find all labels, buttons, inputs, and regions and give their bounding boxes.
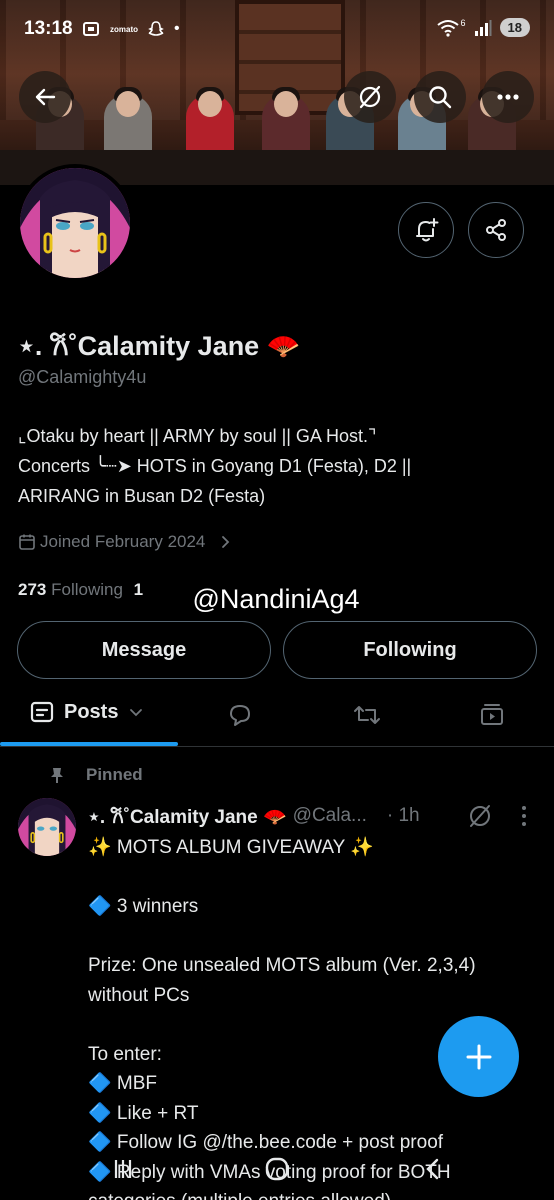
recent-apps-button[interactable] <box>108 1154 138 1184</box>
status-bar: 13:18 zomato • 6 18 <box>0 0 554 56</box>
post-author-handle[interactable]: @Cala... <box>293 805 367 827</box>
watermark: @NandiniAg4 <box>155 573 397 626</box>
avatar-illustration <box>18 798 76 856</box>
status-right: 6 18 <box>436 17 530 37</box>
home-icon <box>265 1157 289 1181</box>
recent-apps-icon <box>114 1160 132 1178</box>
battery-indicator: 18 <box>499 18 530 37</box>
following-count-label: Following <box>51 580 123 599</box>
more-button[interactable] <box>482 71 534 123</box>
signal-icon <box>474 19 492 36</box>
profile-avatar[interactable] <box>16 164 134 282</box>
tab-media[interactable] <box>477 700 507 730</box>
search-icon <box>429 86 452 109</box>
joined-date[interactable]: Joined February 2024 <box>18 532 233 552</box>
back-nav-button[interactable] <box>418 1154 448 1184</box>
snapchat-icon <box>148 21 164 36</box>
reply-icon <box>230 705 250 726</box>
plus-icon <box>466 1044 491 1069</box>
share-icon <box>486 219 506 241</box>
pinned-label: Pinned <box>86 765 143 784</box>
profile-name: ⋆. 𐙚˚Calamity Jane 🪭 <box>18 331 301 361</box>
screenshot-icon <box>83 22 99 36</box>
repost-icon <box>354 706 380 724</box>
notifications-button[interactable] <box>398 202 454 258</box>
tab-posts-label: Posts <box>64 700 119 723</box>
avatar-illustration <box>20 168 130 278</box>
signal-tag: 6 <box>460 17 466 28</box>
post-author-avatar[interactable] <box>18 798 76 856</box>
system-nav-bar <box>0 1148 554 1200</box>
follow-counts[interactable]: 273 Following 1 <box>18 580 143 600</box>
media-icon <box>481 704 503 725</box>
profile-tabs: Posts <box>0 690 554 746</box>
post-grok-button[interactable] <box>467 803 493 834</box>
post-author-name[interactable]: ⋆. 𐙚˚Calamity Jane 🪭 <box>88 803 287 829</box>
status-notification-icons: zomato • <box>82 20 180 38</box>
following-button[interactable]: Following <box>283 621 537 679</box>
bell-plus-icon <box>416 218 439 242</box>
calendar-icon <box>19 534 35 550</box>
post-header: ⋆. 𐙚˚Calamity Jane 🪭 @Cala... · 1h <box>88 803 420 829</box>
zomato-notification-icon: zomato <box>110 24 138 34</box>
back-button[interactable] <box>19 71 71 123</box>
wifi-icon <box>436 19 459 37</box>
chevron-right-icon <box>222 536 230 548</box>
status-dot: • <box>174 20 180 37</box>
back-chevron-icon <box>426 1158 439 1180</box>
chevron-down-icon <box>130 709 143 717</box>
tab-replies[interactable] <box>225 700 255 730</box>
tab-reposts[interactable] <box>352 700 382 730</box>
status-time: 13:18 <box>24 18 73 39</box>
pin-icon <box>51 768 63 783</box>
pinned-indicator: Pinned <box>48 765 143 785</box>
compose-button[interactable] <box>438 1016 519 1097</box>
tab-posts[interactable]: Posts <box>30 700 144 724</box>
following-count: 273 <box>18 580 47 599</box>
arrow-left-icon <box>35 88 56 106</box>
message-button[interactable]: Message <box>17 621 271 679</box>
joined-label: Joined February 2024 <box>40 532 206 551</box>
profile-handle: @Calamighty4u <box>18 367 147 387</box>
more-vertical-icon <box>522 806 526 826</box>
more-icon <box>497 94 519 100</box>
tabs-divider <box>0 746 554 747</box>
grok-icon <box>359 85 381 109</box>
search-button[interactable] <box>414 71 466 123</box>
posts-icon <box>30 701 54 723</box>
grok-icon <box>470 805 490 827</box>
share-button[interactable] <box>468 202 524 258</box>
profile-bio: ⌞Otaku by heart || ARMY by soul || GA Ho… <box>18 426 412 506</box>
followers-count: 1 <box>133 580 144 599</box>
grok-button[interactable] <box>344 71 396 123</box>
post-more-button[interactable] <box>520 805 528 832</box>
post-time: · 1h <box>386 805 420 826</box>
home-button[interactable] <box>262 1154 292 1184</box>
